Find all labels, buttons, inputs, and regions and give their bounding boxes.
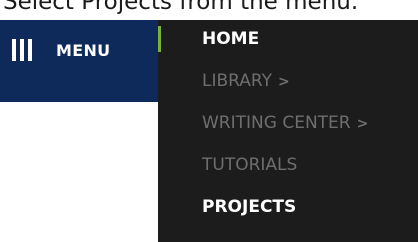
nav-item-writing-center[interactable]: WRITING CENTER >	[202, 110, 368, 136]
nav-item-library[interactable]: LIBRARY >	[202, 68, 290, 94]
nav-menu-panel: HOME LIBRARY > WRITING CENTER > TUTORIALS …	[158, 20, 418, 242]
nav-item-label: TUTORIALS	[202, 155, 298, 175]
instruction-text: Select Projects from the menu.	[3, 0, 359, 15]
active-indicator	[158, 26, 161, 52]
nav-item-label: LIBRARY	[202, 71, 273, 91]
nav-item-label: PROJECTS	[202, 197, 297, 217]
nav-item-label: WRITING CENTER	[202, 113, 351, 133]
menu-label: MENU	[56, 41, 111, 60]
nav-item-projects[interactable]: PROJECTS	[202, 194, 296, 220]
chevron-right-icon: >	[356, 116, 369, 132]
nav-item-home[interactable]: HOME	[202, 26, 259, 52]
nav-item-tutorials[interactable]: TUTORIALS	[202, 152, 297, 178]
hamburger-icon	[12, 39, 34, 61]
chevron-right-icon: >	[278, 74, 290, 90]
nav-item-label: HOME	[202, 29, 260, 49]
menu-button[interactable]: MENU	[0, 20, 158, 102]
